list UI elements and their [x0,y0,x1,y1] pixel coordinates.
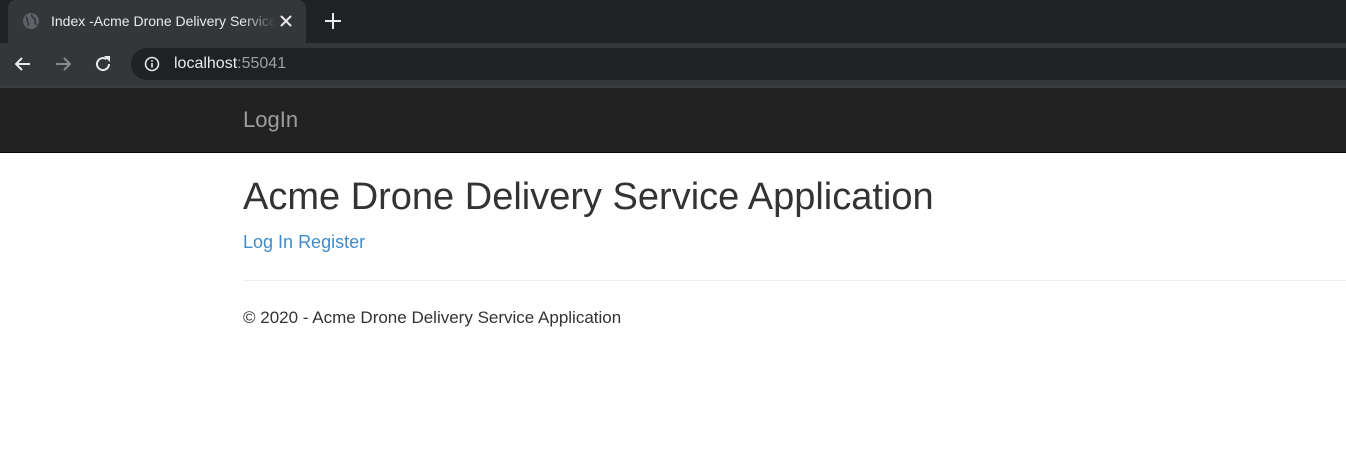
auth-links: Log In Register [243,232,365,252]
plus-icon[interactable] [320,8,346,34]
login-link[interactable]: Log In [243,232,293,252]
navbar-brand-link[interactable]: LogIn [243,108,298,132]
url-host: localhost [174,55,238,72]
register-link[interactable]: Register [298,232,365,252]
footer-divider [243,280,1346,281]
arrow-right-icon[interactable] [51,52,75,76]
arrow-left-icon[interactable] [11,52,35,76]
reload-icon[interactable] [91,52,115,76]
globe-icon [22,12,40,30]
footer-copyright: © 2020 - Acme Drone Delivery Service App… [243,308,622,327]
browser-tabstrip: Index -Acme Drone Delivery Service Appli… [0,0,1346,43]
tab-title: Index -Acme Drone Delivery Service Appli… [51,13,276,29]
browser-toolbar: localhost:55041 [0,43,1346,85]
site-navbar: LogIn [0,88,1346,153]
url-port: :55041 [237,55,287,72]
browser-tab-active[interactable]: Index -Acme Drone Delivery Service Appli… [8,0,306,43]
address-bar[interactable]: localhost:55041 [131,48,1346,80]
close-icon[interactable] [276,11,296,31]
url-text: localhost:55041 [174,55,286,73]
page-title: Acme Drone Delivery Service Application [243,176,934,218]
info-icon[interactable] [144,56,160,72]
